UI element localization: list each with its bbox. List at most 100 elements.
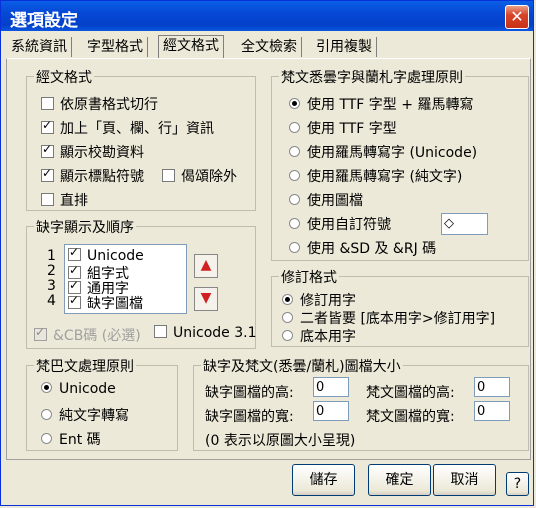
checkbox-vertical[interactable]: 直排 — [41, 190, 88, 210]
checkbox-box[interactable] — [68, 293, 81, 309]
tab-full-text-search[interactable]: 全文檢索 — [237, 37, 302, 57]
options-dialog: 選項設定 ✕ 系統資訊 字型格式 經文格式 全文檢索 引用複製 經文格式 依原書… — [0, 0, 534, 506]
ok-button[interactable]: 確定 — [368, 464, 431, 496]
tab-citation-copy[interactable]: 引用複製 — [312, 37, 377, 57]
sanskrit-width-label: 梵文圖檔的寬: — [366, 409, 455, 425]
close-button[interactable]: ✕ — [505, 5, 529, 29]
order-number: 1 — [47, 248, 56, 264]
checkbox-box[interactable] — [154, 325, 167, 338]
radio-custom-symbol[interactable]: 使用自訂符號 — [289, 214, 391, 234]
missing-width-input[interactable]: 0 — [313, 401, 349, 421]
checkbox-label: 直排 — [60, 193, 88, 209]
radio-label: 使用圖檔 — [307, 193, 363, 209]
radio-sd-rj-code[interactable]: 使用 &SD 及 &RJ 碼 — [289, 238, 436, 258]
checkbox-box[interactable] — [68, 245, 81, 261]
checkbox-box[interactable] — [41, 118, 54, 134]
radio-ttf[interactable]: 使用 TTF 字型 — [289, 118, 397, 138]
arrow-down-icon: ▼ — [200, 290, 212, 306]
checkbox-label: Unicode 3.1 — [173, 325, 257, 341]
radio-circle[interactable] — [289, 98, 300, 109]
radio-circle[interactable] — [282, 312, 293, 323]
group-title: 梵文悉曇字與蘭札字處理原則 — [279, 67, 465, 87]
checkbox-label: 偈頌除外 — [181, 169, 237, 185]
radio-ttf-romanization[interactable]: 使用 TTF 字型 + 羅馬轉寫 — [289, 94, 473, 114]
checkbox-original-line-break[interactable]: 依原書格式切行 — [41, 94, 158, 114]
sanskrit-height-input[interactable]: 0 — [474, 377, 510, 397]
radio-label: Ent 碼 — [59, 432, 101, 448]
checkbox-label: &CB碼 (必選) — [53, 328, 141, 344]
radio-label: 使用羅馬轉寫字 (純文字) — [307, 169, 463, 185]
radio-pali-plain[interactable]: 純文字轉寫 — [41, 405, 129, 425]
radio-circle[interactable] — [289, 146, 300, 157]
checkbox-label: 依原書格式切行 — [60, 97, 158, 113]
radio-label: 二者皆要 [底本用字>修訂用字] — [300, 311, 496, 327]
custom-symbol-input[interactable]: ◇ — [441, 213, 488, 235]
list-item-label: 缺字圖檔 — [87, 296, 143, 312]
checkbox-box[interactable] — [41, 97, 54, 110]
radio-circle[interactable] — [282, 330, 293, 341]
checkbox-box[interactable] — [162, 169, 175, 182]
tab-system-info[interactable]: 系統資訊 — [7, 37, 72, 57]
radio-roman-unicode[interactable]: 使用羅馬轉寫字 (Unicode) — [289, 142, 477, 162]
checkbox-unicode-31[interactable]: Unicode 3.1 — [154, 325, 257, 341]
radio-pali-ent[interactable]: Ent 碼 — [41, 429, 101, 449]
list-item-label: Unicode — [87, 248, 144, 264]
group-title: 經文格式 — [34, 67, 94, 87]
checkbox-box[interactable] — [41, 166, 54, 182]
radio-circle[interactable] — [282, 294, 293, 305]
sanskrit-width-input[interactable]: 0 — [474, 401, 510, 421]
checkbox-label: 加上「頁、欄、行」資訊 — [60, 121, 214, 137]
radio-roman-plain[interactable]: 使用羅馬轉寫字 (純文字) — [289, 166, 462, 186]
missing-height-input[interactable]: 0 — [313, 377, 349, 397]
checkbox-box[interactable] — [41, 193, 54, 206]
radio-original-char[interactable]: 底本用字 — [282, 326, 356, 346]
radio-circle[interactable] — [289, 122, 300, 133]
radio-label: 使用羅馬轉寫字 (Unicode) — [307, 145, 478, 161]
checkbox-label: 顯示標點符號 — [60, 169, 144, 185]
radio-circle[interactable] — [289, 242, 300, 253]
radio-circle[interactable] — [41, 433, 52, 444]
checkbox-box — [34, 325, 47, 341]
order-number: 3 — [47, 278, 56, 294]
list-item[interactable]: Unicode — [68, 245, 144, 264]
window-title: 選項設定 — [10, 11, 78, 31]
radio-circle[interactable] — [41, 409, 52, 420]
radio-label: 使用 TTF 字型 — [307, 121, 397, 137]
order-number: 4 — [47, 293, 56, 309]
radio-label: 修訂用字 — [300, 293, 356, 309]
radio-label: 使用自訂符號 — [307, 217, 391, 233]
group-title: 缺字顯示及順序 — [34, 217, 136, 237]
save-button[interactable]: 儲存 — [292, 464, 355, 496]
checkbox-cb-code: &CB碼 (必選) — [34, 325, 141, 345]
move-down-button[interactable]: ▼ — [194, 287, 218, 311]
move-up-button[interactable]: ▲ — [194, 254, 218, 278]
radio-circle[interactable] — [289, 194, 300, 205]
list-item[interactable]: 缺字圖檔 — [68, 293, 143, 313]
radio-pali-unicode[interactable]: Unicode — [41, 381, 116, 397]
radio-circle[interactable] — [289, 170, 300, 181]
checkbox-page-col-line-info[interactable]: 加上「頁、欄、行」資訊 — [41, 118, 214, 138]
radio-both[interactable]: 二者皆要 [底本用字>修訂用字] — [282, 308, 495, 328]
radio-label: 底本用字 — [300, 329, 356, 345]
sanskrit-height-label: 梵文圖檔的高: — [366, 385, 455, 401]
checkbox-except-verses[interactable]: 偈頌除外 — [162, 166, 237, 186]
group-title: 缺字及梵文(悉曇/蘭札)圖檔大小 — [201, 356, 403, 376]
missing-height-label: 缺字圖檔的高: — [205, 385, 294, 401]
group-title: 修訂格式 — [279, 267, 339, 287]
cancel-button[interactable]: 取消 — [433, 464, 496, 496]
radio-circle[interactable] — [41, 382, 52, 393]
group-title: 梵巴文處理原則 — [34, 356, 136, 376]
tab-font-format[interactable]: 字型格式 — [83, 37, 148, 57]
checkbox-show-collation[interactable]: 顯示校勘資料 — [41, 142, 144, 162]
checkbox-label: 顯示校勘資料 — [60, 145, 144, 161]
radio-revised-char[interactable]: 修訂用字 — [282, 290, 356, 310]
checkbox-show-punctuation[interactable]: 顯示標點符號 — [41, 166, 144, 186]
radio-image[interactable]: 使用圖檔 — [289, 190, 363, 210]
checkbox-box[interactable] — [41, 142, 54, 158]
tab-sutra-format[interactable]: 經文格式 — [158, 35, 224, 59]
order-number: 2 — [47, 263, 56, 279]
radio-circle[interactable] — [289, 218, 300, 229]
arrow-up-icon: ▲ — [200, 257, 212, 273]
missing-width-label: 缺字圖檔的寬: — [205, 409, 294, 425]
help-button[interactable]: ? — [506, 472, 529, 496]
